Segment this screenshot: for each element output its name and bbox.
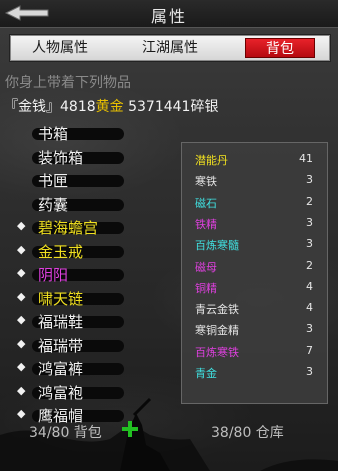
material-item[interactable]: 百炼寒铁 7 — [182, 340, 329, 362]
material-name: 铁精 — [195, 217, 217, 231]
material-count: 3 — [306, 365, 313, 378]
equipment-item-label: 鸿富裤 — [38, 360, 84, 378]
equipment-item-label: 书箱 — [38, 125, 69, 143]
equipped-diamond-icon: ◆ — [17, 383, 26, 397]
material-count: 2 — [306, 258, 313, 272]
warehouse-capacity: 38/80 仓库 — [211, 425, 284, 441]
material-count: 3 — [306, 237, 313, 251]
equipped-diamond-icon: ◆ — [17, 266, 26, 279]
tab-bar: 人物属性 江湖属性 背包 — [10, 35, 330, 61]
material-count: 4 — [306, 279, 313, 293]
equipment-item[interactable]: ◆ 福瑞鞋 — [0, 310, 180, 332]
equipment-item-label: 啸天链 — [38, 289, 84, 308]
equipment-item[interactable]: ◆ 啸天链 — [0, 287, 180, 309]
inventory-subtitle: 你身上带着下列物品 — [5, 75, 131, 91]
material-name: 寒铜金精 — [195, 324, 239, 338]
equipment-item[interactable]: ◆ 阴阳 — [0, 263, 180, 285]
material-name: 百炼寒髓 — [195, 239, 239, 253]
equipment-item[interactable]: ◆ 鸿富袍 — [0, 381, 180, 403]
equipment-item-label: 书匣 — [38, 172, 69, 190]
material-item[interactable]: 铜精 4 — [182, 276, 329, 298]
material-item[interactable]: 磁母 2 — [182, 255, 329, 277]
expand-bag-plus-icon[interactable] — [121, 420, 139, 438]
material-count: 7 — [306, 343, 313, 357]
material-item[interactable]: 寒铁 3 — [182, 169, 329, 191]
material-name: 磁石 — [195, 196, 217, 210]
silver-unit: 碎银 — [190, 99, 219, 115]
gold-unit: 黄金 — [95, 99, 124, 115]
equipment-item-label: 装饰箱 — [38, 148, 84, 167]
page-title: 属性 — [150, 7, 187, 26]
equipped-diamond-icon: ◆ — [17, 336, 26, 350]
material-count: 41 — [299, 152, 313, 165]
equipped-diamond-icon: ◆ — [17, 219, 26, 232]
equipment-item-label: 药囊 — [38, 195, 69, 214]
material-name: 磁母 — [195, 260, 217, 274]
material-count: 4 — [306, 301, 313, 315]
equipped-diamond-icon: ◆ — [17, 360, 26, 373]
plus-icon — [122, 421, 138, 437]
material-item[interactable]: 寒铜金精 3 — [182, 318, 329, 340]
equipment-item-label: 福瑞带 — [38, 336, 84, 355]
equipment-item[interactable]: 装饰箱 — [0, 146, 180, 168]
material-count: 2 — [306, 194, 313, 208]
material-item[interactable]: 青云金铁 4 — [182, 297, 329, 319]
equipment-item[interactable]: ◆ 福瑞带 — [0, 334, 180, 356]
material-name: 青云金铁 — [195, 303, 239, 317]
equipment-item-label: 鸿富袍 — [38, 383, 84, 402]
equipped-diamond-icon: ◆ — [17, 407, 26, 420]
material-count: 3 — [306, 215, 313, 229]
material-name: 铜精 — [195, 281, 217, 295]
silver-amount: 5371441 — [128, 99, 191, 115]
material-item[interactable]: 铁精 3 — [182, 212, 329, 234]
equipped-diamond-icon: ◆ — [17, 289, 26, 303]
equipment-item-label: 福瑞鞋 — [38, 313, 84, 331]
equipment-item[interactable]: 药囊 — [0, 193, 180, 215]
equipment-item[interactable]: ◆ 鸿富裤 — [0, 357, 180, 379]
equipment-item[interactable]: 书匣 — [0, 169, 180, 191]
equipped-diamond-icon: ◆ — [17, 242, 26, 256]
material-count: 3 — [306, 322, 313, 336]
material-name: 青金 — [195, 367, 217, 380]
materials-panel: 潜能丹 41 寒铁 3 磁石 2 铁精 3 百炼寒髓 3 磁母 2 铜精 4 青云金铁 4 寒铜金精 3 百炼寒铁 7… — [181, 142, 328, 404]
equipment-item-label: 金玉戒 — [38, 242, 84, 261]
equipment-item-label: 阴阳 — [38, 266, 69, 284]
equipment-item[interactable]: ◆ 碧海蟾宫 — [0, 216, 180, 238]
material-count: 3 — [306, 173, 313, 187]
material-item[interactable]: 百炼寒髓 3 — [182, 233, 329, 255]
material-item[interactable]: 青金 3 — [182, 361, 329, 383]
material-item[interactable]: 磁石 2 — [182, 191, 329, 213]
money-label: 『金钱』 — [4, 99, 60, 115]
equipment-item-label: 碧海蟾宫 — [38, 219, 99, 237]
material-name: 寒铁 — [195, 175, 217, 189]
bag-capacity: 34/80 背包 — [29, 425, 102, 441]
equipment-item[interactable]: 书箱 — [0, 122, 180, 144]
gold-amount: 4818 — [60, 99, 96, 115]
tab-jianghu-attributes[interactable]: 江湖属性 — [135, 38, 205, 58]
equipment-item[interactable]: ◆ 金玉戒 — [0, 240, 180, 262]
tab-backpack[interactable]: 背包 — [245, 38, 315, 58]
equipped-diamond-icon: ◆ — [17, 313, 26, 326]
material-name: 百炼寒铁 — [195, 345, 239, 359]
money-line: 『金钱』4818黄金 5371441碎银 — [4, 96, 218, 116]
header-bar: 属性 — [0, 0, 338, 28]
material-name: 潜能丹 — [195, 154, 228, 167]
material-item[interactable]: 潜能丹 41 — [182, 148, 329, 170]
tab-character-attributes[interactable]: 人物属性 — [25, 38, 95, 58]
